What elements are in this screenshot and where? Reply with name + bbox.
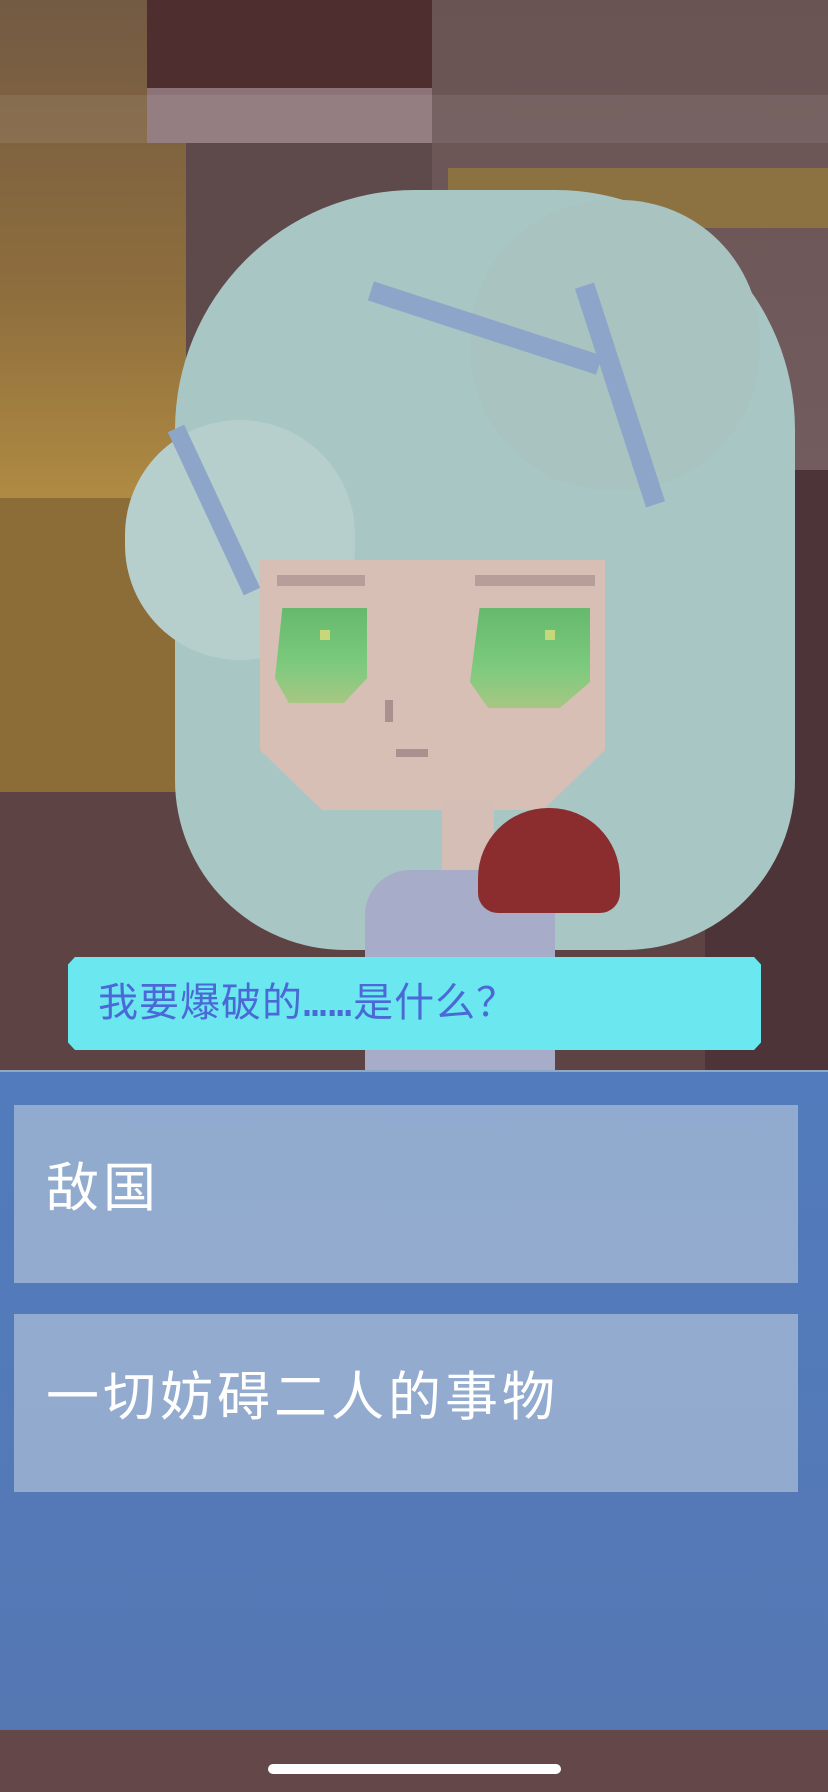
character-eyebrow-left (277, 575, 365, 586)
speech-bubble: 我要爆破的……是什么？ (68, 957, 761, 1050)
bottom-background-strip (0, 1730, 828, 1792)
speech-text: 我要爆破的……是什么？ (98, 980, 518, 1026)
character-eye-left (275, 608, 367, 703)
character-eye-highlight (545, 630, 555, 640)
choice-button-enemy-country[interactable]: 敌国 (14, 1105, 798, 1283)
choice-label: 一切妨碍二人的事物 (46, 1367, 559, 1428)
character-eye-highlight (320, 630, 330, 640)
choice-label: 敌国 (46, 1158, 160, 1219)
character-eyebrow-right (475, 575, 595, 586)
top-overlay-band (0, 95, 828, 143)
character-nose (385, 700, 393, 722)
character-mouth (396, 749, 428, 757)
choice-button-everything-hindering-both[interactable]: 一切妨碍二人的事物 (14, 1314, 798, 1492)
home-indicator[interactable] (268, 1764, 561, 1774)
character-eye-right (470, 608, 590, 708)
